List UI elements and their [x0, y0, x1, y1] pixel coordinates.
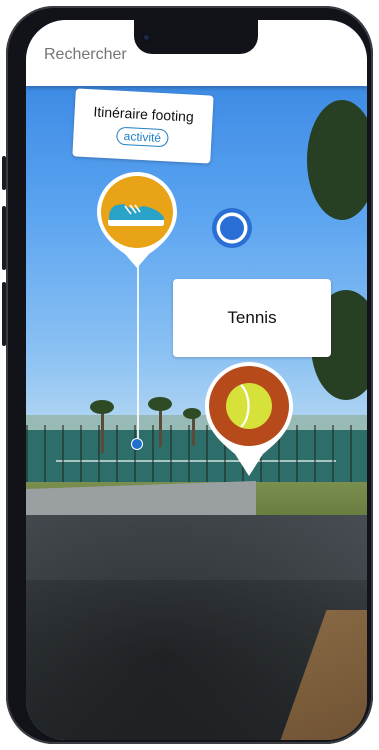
- phone-frame: Rechercher Itinéraire footing activité T…: [2, 6, 373, 744]
- anchor-point: [131, 438, 143, 450]
- anchor-line: [137, 254, 139, 442]
- palm-trunk: [101, 408, 104, 453]
- volume-up-button: [2, 206, 6, 270]
- front-camera: [142, 33, 151, 42]
- poi-pin-tennis[interactable]: [203, 360, 295, 480]
- poi-card-tennis[interactable]: Tennis: [173, 279, 331, 357]
- palm-crown: [148, 397, 172, 411]
- court-fence: [26, 425, 367, 485]
- poi-title: Itinéraire footing: [93, 103, 195, 125]
- poi-pin-footing[interactable]: [95, 170, 179, 270]
- volume-down-button: [2, 282, 6, 346]
- mute-switch: [2, 156, 6, 190]
- search-input[interactable]: Rechercher: [44, 46, 127, 64]
- ar-camera-view[interactable]: Rechercher Itinéraire footing activité T…: [26, 20, 367, 740]
- poi-title: Tennis: [227, 308, 277, 327]
- activity-badge[interactable]: activité: [116, 126, 169, 148]
- palm-trunk: [159, 405, 162, 447]
- tennis-ball-icon: [226, 383, 272, 429]
- palm-crown: [90, 400, 114, 414]
- palm-crown: [183, 408, 201, 419]
- notch: [134, 20, 258, 54]
- user-location-marker: [212, 208, 252, 248]
- poi-card-footing[interactable]: Itinéraire footing activité: [72, 88, 214, 164]
